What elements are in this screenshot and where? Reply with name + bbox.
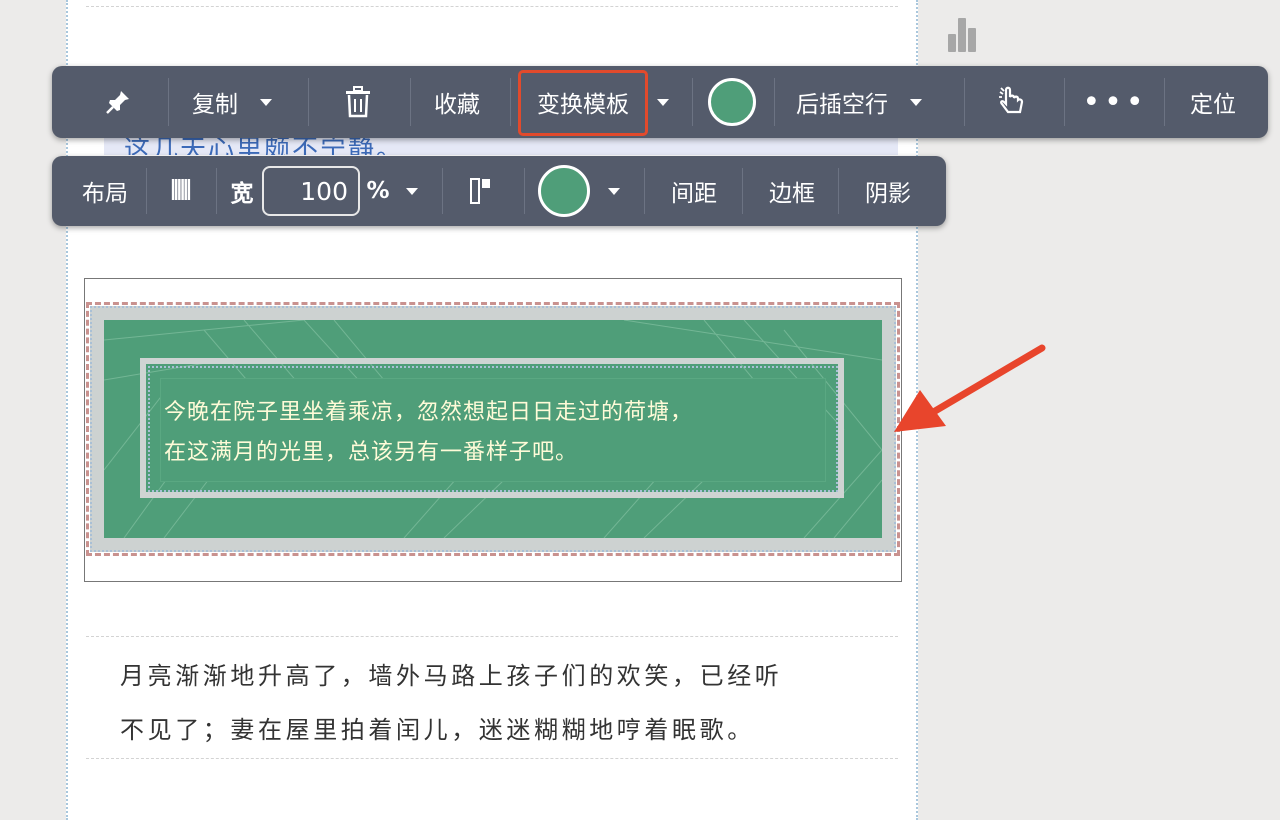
color-picker[interactable] <box>534 156 594 226</box>
copy-label: 复制 <box>192 92 238 118</box>
favorite-button[interactable]: 收藏 <box>422 66 492 138</box>
card-text-line-2[interactable]: 在这满月的光里，总该另有一番样子吧。 <box>164 434 578 466</box>
shadow-button[interactable]: 阴影 <box>850 156 926 226</box>
align-top-icon[interactable] <box>456 156 506 226</box>
border-button[interactable]: 边框 <box>754 156 830 226</box>
width-unit: % <box>366 178 390 204</box>
width-input[interactable]: 100 <box>262 166 360 216</box>
insert-blank-row-button[interactable]: 后插空行 <box>788 66 948 138</box>
insert-blank-label: 后插空行 <box>796 92 888 118</box>
unit-chevron-down-icon[interactable] <box>398 156 426 226</box>
divider <box>86 636 898 637</box>
divider <box>86 6 898 7</box>
layout-toolbar: 布局 ⦀⦀ 宽 100 % 间距 边框 阴影 <box>52 156 946 226</box>
spacing-button[interactable]: 间距 <box>656 156 732 226</box>
columns-icon[interactable]: ⦀⦀ <box>158 156 202 226</box>
divider <box>86 758 898 759</box>
paragraph-line-2[interactable]: 不见了；妻在屋里拍着闰儿，迷迷糊糊地哼着眠歌。 <box>120 710 755 745</box>
block-toolbar: 复制 收藏 变换模板 后插空行 ••• 定位 <box>52 66 1268 138</box>
locate-button[interactable]: 定位 <box>1176 66 1250 138</box>
trash-icon[interactable] <box>328 66 388 138</box>
chevron-down-icon[interactable] <box>260 98 272 106</box>
annotation-arrow-icon <box>894 344 1046 432</box>
more-dots-icon[interactable]: ••• <box>1080 66 1150 138</box>
stats-icon[interactable] <box>946 16 982 52</box>
change-template-button[interactable]: 变换模板 <box>522 66 644 138</box>
color-chevron-down-icon[interactable] <box>600 156 628 226</box>
copy-button[interactable]: 复制 <box>180 66 300 138</box>
width-label: 宽 <box>230 181 254 207</box>
template-chevron-down-icon[interactable] <box>648 66 678 138</box>
pin-icon[interactable] <box>90 66 146 138</box>
hand-pointer-icon[interactable] <box>982 66 1042 138</box>
layout-button[interactable]: 布局 <box>72 156 138 226</box>
paragraph-line-1[interactable]: 月亮渐渐地升高了，墙外马路上孩子们的欢笑，已经听 <box>120 656 782 691</box>
color-picker[interactable] <box>702 66 762 138</box>
card-text-line-1[interactable]: 今晚在院子里坐着乘凉，忽然想起日日走过的荷塘， <box>164 394 693 426</box>
chevron-down-icon[interactable] <box>910 98 922 106</box>
